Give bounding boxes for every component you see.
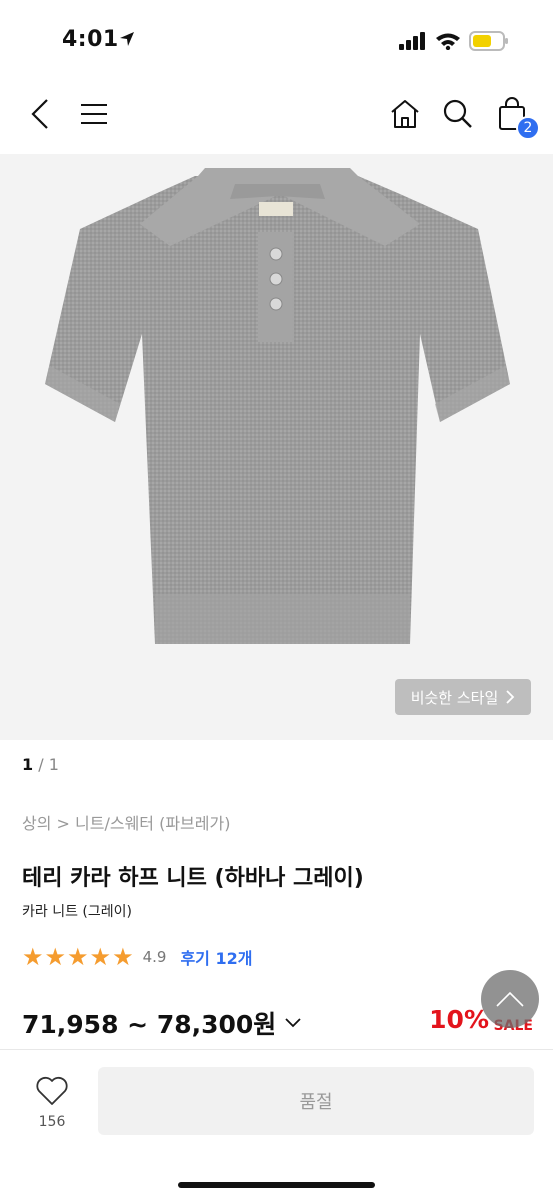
price-row[interactable]: 71,958 ~ 78,300원	[22, 1005, 302, 1041]
menu-button[interactable]	[74, 94, 114, 134]
reviews-link[interactable]: 후기 12개	[180, 945, 252, 969]
rating-value: 4.9	[142, 948, 167, 966]
like-count: 156	[38, 1114, 66, 1130]
hamburger-menu-icon	[81, 104, 107, 124]
location-arrow-icon	[118, 30, 136, 52]
home-button[interactable]	[385, 94, 425, 134]
wifi-icon	[435, 32, 461, 54]
home-indicator	[178, 1182, 375, 1188]
rating-row: ★★★★★ 4.9 후기 12개	[22, 943, 252, 971]
product-image[interactable]: 비슷한 스타일	[0, 154, 553, 740]
price-range: 71,958 ~ 78,300원	[22, 1010, 277, 1039]
search-button[interactable]	[438, 94, 478, 134]
soldout-button[interactable]: 품절	[98, 1067, 534, 1135]
chevron-up-icon	[496, 991, 524, 1007]
heart-icon	[36, 1076, 68, 1105]
status-time: 4:01	[62, 27, 119, 52]
rating-stars: ★★★★★	[22, 943, 135, 971]
similar-style-label: 비슷한 스타일	[410, 688, 499, 707]
status-icons	[399, 31, 509, 55]
similar-style-button[interactable]: 비슷한 스타일	[395, 679, 531, 715]
pager-current: 1	[22, 755, 34, 774]
breadcrumb[interactable]: 상의 > 니트/스웨터 (파브레가)	[22, 810, 230, 834]
polo-knit-image	[45, 168, 510, 644]
like-button[interactable]: 156	[28, 1076, 76, 1130]
product-subtitle: 카라 니트 (그레이)	[22, 904, 132, 920]
chevron-right-icon	[506, 690, 515, 704]
cart-count-badge: 2	[516, 116, 540, 140]
image-pager: 1 / 1	[22, 755, 59, 774]
scroll-top-button[interactable]	[481, 970, 539, 1028]
nav-bar: 2	[0, 80, 553, 154]
chevron-down-icon[interactable]	[284, 1017, 302, 1029]
back-button[interactable]	[20, 94, 60, 134]
cart-button[interactable]: 2	[492, 94, 540, 140]
home-icon	[391, 100, 419, 128]
status-bar: 4:01	[0, 0, 553, 80]
battery-low-icon	[469, 31, 509, 55]
bottom-action-bar: 156 품절	[0, 1050, 553, 1200]
pager-separator: /	[38, 755, 49, 774]
pager-total: 1	[48, 755, 59, 774]
discount-rate: 10%	[429, 1005, 489, 1034]
search-icon	[443, 99, 472, 128]
chevron-left-icon	[31, 99, 48, 129]
cellular-signal-icon	[399, 32, 427, 54]
product-title: 테리 카라 하프 니트 (하바나 그레이)	[22, 866, 364, 891]
